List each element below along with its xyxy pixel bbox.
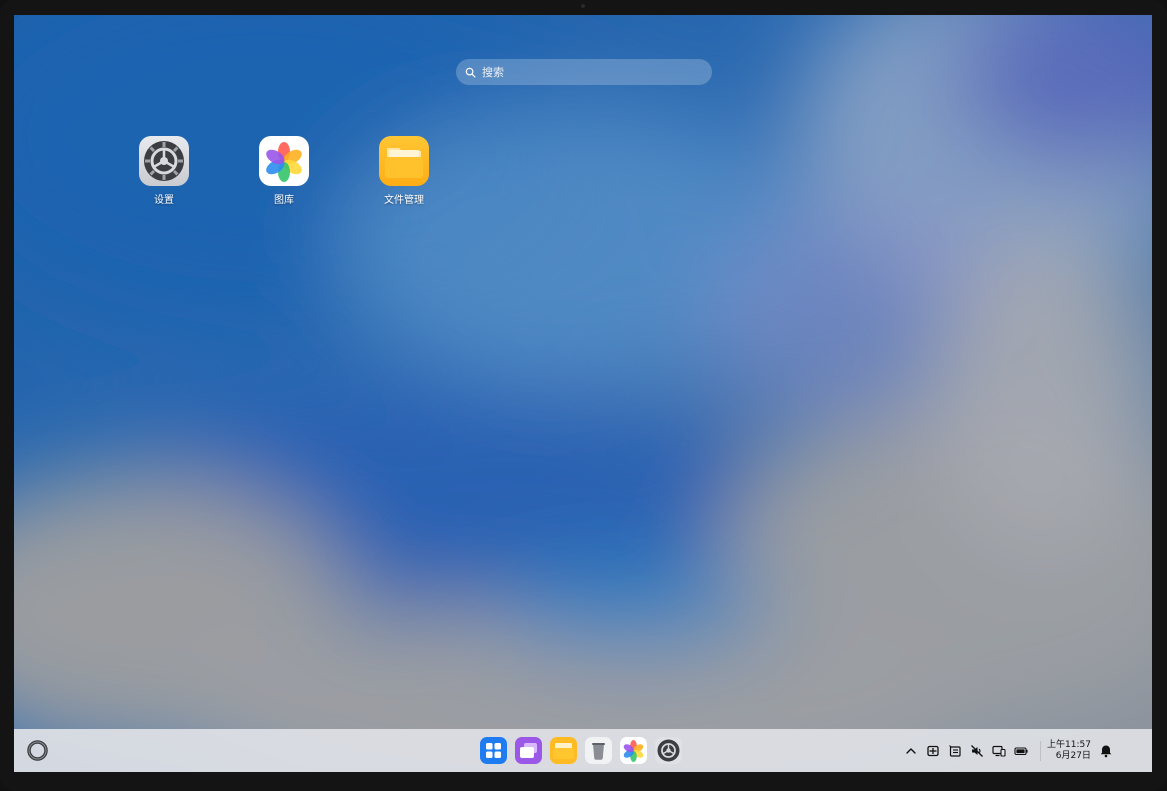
dock-trash[interactable] (585, 737, 612, 764)
sound-muted-icon (971, 744, 983, 757)
desktop-icon-settings[interactable]: 设置 (124, 136, 204, 206)
camera-dot (581, 4, 585, 8)
battery-icon (1014, 746, 1028, 755)
dock (480, 737, 682, 765)
wallpaper (14, 15, 1152, 772)
clock[interactable]: 上午11:57 6月27日 (1047, 740, 1091, 762)
tray-divider (1040, 740, 1041, 761)
desktop-icon-file-manager[interactable]: 文件管理 (364, 136, 444, 206)
desktop-screen: 设置 图库 (14, 15, 1152, 772)
tray-expand[interactable] (902, 742, 920, 760)
device-connect-icon (992, 745, 1006, 757)
settings-gear-icon (139, 136, 189, 186)
multitask-windows-icon (515, 737, 542, 764)
search-input[interactable] (480, 64, 704, 80)
trash-icon (585, 737, 612, 764)
clock-date: 6月27日 (1055, 750, 1091, 761)
clock-time: 上午11:57 (1047, 739, 1091, 750)
tray-device-connect[interactable] (990, 742, 1008, 760)
start-ring-icon (27, 740, 48, 761)
gallery-flower-icon (259, 136, 309, 186)
dock-multitask[interactable] (515, 737, 542, 764)
tray-sound[interactable] (968, 742, 986, 760)
tray-battery[interactable] (1012, 742, 1030, 760)
notification-button[interactable] (1097, 742, 1115, 760)
clipboard-icon (949, 744, 961, 757)
desktop-icon-gallery[interactable]: 图库 (244, 136, 324, 206)
gallery-icon (620, 737, 647, 764)
desktop-icon-label: 图库 (274, 195, 294, 206)
start-button[interactable] (26, 739, 49, 762)
tray-clipboard[interactable] (946, 742, 964, 760)
desktop-icon-label: 设置 (154, 195, 174, 206)
tray-input-method[interactable] (924, 742, 942, 760)
app-grid-icon (480, 737, 507, 764)
dock-app-grid[interactable] (480, 737, 507, 764)
chevron-up-icon (906, 747, 916, 754)
system-tray: 上午11:57 6月27日 (902, 729, 1119, 772)
taskbar: 上午11:57 6月27日 (14, 729, 1152, 772)
search-icon (465, 67, 476, 77)
file-manager-icon (550, 737, 577, 764)
dock-settings[interactable] (655, 737, 682, 764)
device-bezel: 设置 图库 (0, 0, 1167, 791)
dock-gallery[interactable] (620, 737, 647, 764)
file-folder-icon (379, 136, 429, 186)
input-method-icon (927, 745, 939, 756)
search-bar[interactable] (456, 59, 712, 85)
desktop-icon-label: 文件管理 (384, 195, 424, 206)
dock-file-manager[interactable] (550, 737, 577, 764)
bell-icon (1100, 745, 1112, 757)
settings-icon (655, 737, 682, 764)
